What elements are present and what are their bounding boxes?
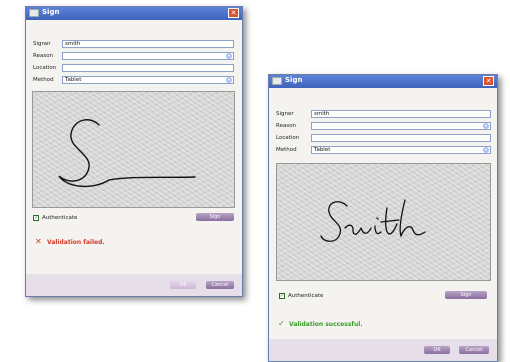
signer-label: Signer — [276, 111, 294, 117]
button-bar: OK Cancel — [269, 339, 497, 361]
method-value: Tablet — [314, 147, 331, 153]
close-icon[interactable]: ✕ — [483, 76, 494, 86]
location-label: Location — [33, 65, 57, 71]
method-label: Method — [276, 147, 297, 153]
signature-pad[interactable] — [32, 91, 235, 208]
authenticate-label: Authenticate — [288, 293, 324, 299]
reason-select[interactable]: ▾ — [62, 52, 234, 60]
signer-field[interactable]: smith — [311, 110, 491, 118]
dialog-title: Sign — [285, 76, 303, 84]
app-icon — [29, 9, 39, 17]
title-bar: Sign ✕ — [26, 7, 242, 20]
method-value: Tablet — [65, 77, 82, 83]
sign-button[interactable]: Sign — [445, 291, 487, 299]
cancel-button[interactable]: Cancel — [206, 281, 234, 289]
cancel-button[interactable]: Cancel — [459, 346, 489, 354]
method-label: Method — [33, 77, 54, 83]
chevron-down-icon[interactable]: ▾ — [483, 147, 489, 153]
location-field[interactable] — [311, 134, 491, 142]
button-bar: OK Cancel — [26, 274, 242, 296]
chevron-down-icon[interactable]: ▾ — [483, 123, 489, 129]
signer-label: Signer — [33, 41, 51, 47]
signature-stroke — [58, 119, 196, 187]
sign-dialog-failed: Sign ✕ Signer smith Reason ▾ Location Me… — [25, 6, 243, 297]
signature-stroke — [320, 199, 426, 242]
ok-button[interactable]: OK — [424, 346, 450, 354]
title-bar: Sign ✕ — [269, 75, 497, 88]
ok-button[interactable]: OK — [170, 281, 196, 289]
close-icon[interactable]: ✕ — [228, 8, 239, 18]
authenticate-label: Authenticate — [42, 215, 78, 221]
check-icon: ✓ — [278, 319, 285, 328]
signature-pad[interactable] — [276, 163, 491, 281]
reason-label: Reason — [33, 53, 54, 59]
method-select[interactable]: Tablet ▾ — [62, 76, 234, 84]
app-icon — [272, 77, 282, 85]
sign-button[interactable]: Sign — [196, 213, 234, 221]
location-field[interactable] — [62, 64, 234, 72]
error-icon: ✕ — [35, 237, 42, 246]
sign-dialog-success: Sign ✕ Signer smith Reason ▾ Location Me… — [268, 74, 498, 362]
chevron-down-icon[interactable]: ▾ — [226, 53, 232, 59]
location-label: Location — [276, 135, 300, 141]
chevron-down-icon[interactable]: ▾ — [226, 77, 232, 83]
authenticate-checkbox[interactable]: ✓ — [33, 215, 39, 221]
status-message: Validation failed. — [47, 239, 105, 246]
dialog-title: Sign — [42, 8, 60, 16]
reason-select[interactable]: ▾ — [311, 122, 491, 130]
method-select[interactable]: Tablet ▾ — [311, 146, 491, 154]
authenticate-checkbox[interactable]: ✓ — [279, 293, 285, 299]
signer-field[interactable]: smith — [62, 40, 234, 48]
status-message: Validation successful. — [289, 321, 363, 328]
reason-label: Reason — [276, 123, 297, 129]
